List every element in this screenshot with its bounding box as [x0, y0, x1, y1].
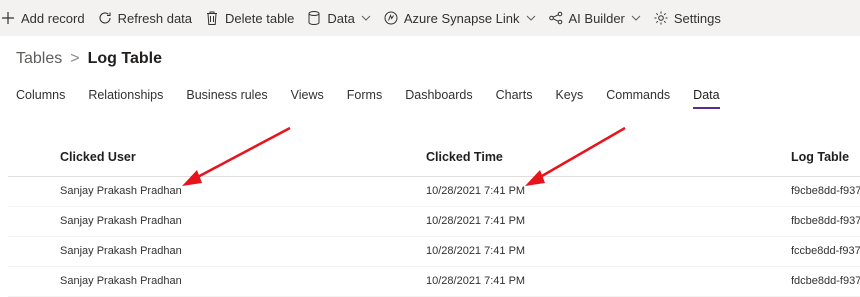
data-menu-label: Data — [327, 10, 355, 26]
azure-synapse-link-button[interactable]: Azure Synapse Link — [383, 10, 536, 26]
cell-log-table: fccbe8dd-f937- — [791, 245, 860, 257]
column-header-clicked-user[interactable]: Clicked User — [60, 150, 136, 164]
add-record-button[interactable]: Add record — [0, 10, 85, 26]
cell-clicked-time: 10/28/2021 7:41 PM — [426, 185, 526, 197]
chevron-down-icon — [526, 13, 536, 23]
ai-builder-icon — [548, 10, 564, 26]
column-header-clicked-time[interactable]: Clicked Time — [426, 150, 503, 164]
ai-builder-button[interactable]: AI Builder — [548, 10, 641, 26]
azure-synapse-link-label: Azure Synapse Link — [403, 10, 520, 26]
tab-business-rules[interactable]: Business rules — [186, 88, 267, 109]
tab-keys[interactable]: Keys — [555, 88, 583, 109]
plus-icon — [0, 10, 16, 26]
tab-charts[interactable]: Charts — [496, 88, 533, 109]
chevron-down-icon — [631, 13, 641, 23]
synapse-icon — [383, 10, 399, 26]
refresh-data-label: Refresh data — [117, 10, 193, 26]
delete-table-label: Delete table — [225, 10, 295, 26]
tab-data[interactable]: Data — [693, 88, 720, 109]
delete-table-button[interactable]: Delete table — [204, 10, 294, 26]
cell-clicked-time: 10/28/2021 7:41 PM — [426, 245, 526, 257]
ai-builder-label: AI Builder — [568, 10, 625, 26]
grid-header-row: Clicked User Clicked Time Log Table — [8, 140, 860, 177]
database-icon — [306, 10, 322, 26]
data-grid: Clicked User Clicked Time Log Table Sanj… — [8, 140, 860, 297]
cell-clicked-time: 10/28/2021 7:41 PM — [426, 215, 526, 227]
breadcrumb-separator: > — [70, 50, 80, 67]
table-row[interactable]: Sanjay Prakash Pradhan 10/28/2021 7:41 P… — [8, 207, 860, 237]
tab-forms[interactable]: Forms — [347, 88, 382, 109]
cell-clicked-user: Sanjay Prakash Pradhan — [60, 185, 182, 197]
data-menu-button[interactable]: Data — [306, 10, 371, 26]
table-row[interactable]: Sanjay Prakash Pradhan 10/28/2021 7:41 P… — [8, 237, 860, 267]
trash-icon — [204, 10, 220, 26]
refresh-data-button[interactable]: Refresh data — [97, 10, 192, 26]
tab-columns[interactable]: Columns — [16, 88, 65, 109]
command-bar: Add record Refresh data Delete table Dat… — [0, 0, 860, 36]
settings-button[interactable]: Settings — [653, 10, 721, 26]
tab-views[interactable]: Views — [291, 88, 324, 109]
cell-clicked-user: Sanjay Prakash Pradhan — [60, 245, 182, 257]
breadcrumb: Tables > Log Table — [16, 50, 162, 68]
table-row[interactable]: Sanjay Prakash Pradhan 10/28/2021 7:41 P… — [8, 267, 860, 297]
tab-relationships[interactable]: Relationships — [88, 88, 163, 109]
chevron-down-icon — [361, 13, 371, 23]
column-header-log-table[interactable]: Log Table — [791, 150, 849, 164]
table-row[interactable]: Sanjay Prakash Pradhan 10/28/2021 7:41 P… — [8, 177, 860, 207]
tab-dashboards[interactable]: Dashboards — [405, 88, 472, 109]
cell-log-table: f9cbe8dd-f937 — [791, 185, 860, 197]
gear-icon — [653, 10, 669, 26]
cell-clicked-user: Sanjay Prakash Pradhan — [60, 215, 182, 227]
tab-commands[interactable]: Commands — [606, 88, 670, 109]
add-record-label: Add record — [21, 10, 85, 26]
table-tabs: Columns Relationships Business rules Vie… — [16, 88, 743, 109]
settings-label: Settings — [673, 10, 721, 26]
refresh-icon — [97, 10, 113, 26]
breadcrumb-tables-link[interactable]: Tables — [16, 50, 62, 68]
page-title: Log Table — [87, 50, 162, 67]
cell-log-table: fbcbe8dd-f937 — [791, 215, 860, 227]
